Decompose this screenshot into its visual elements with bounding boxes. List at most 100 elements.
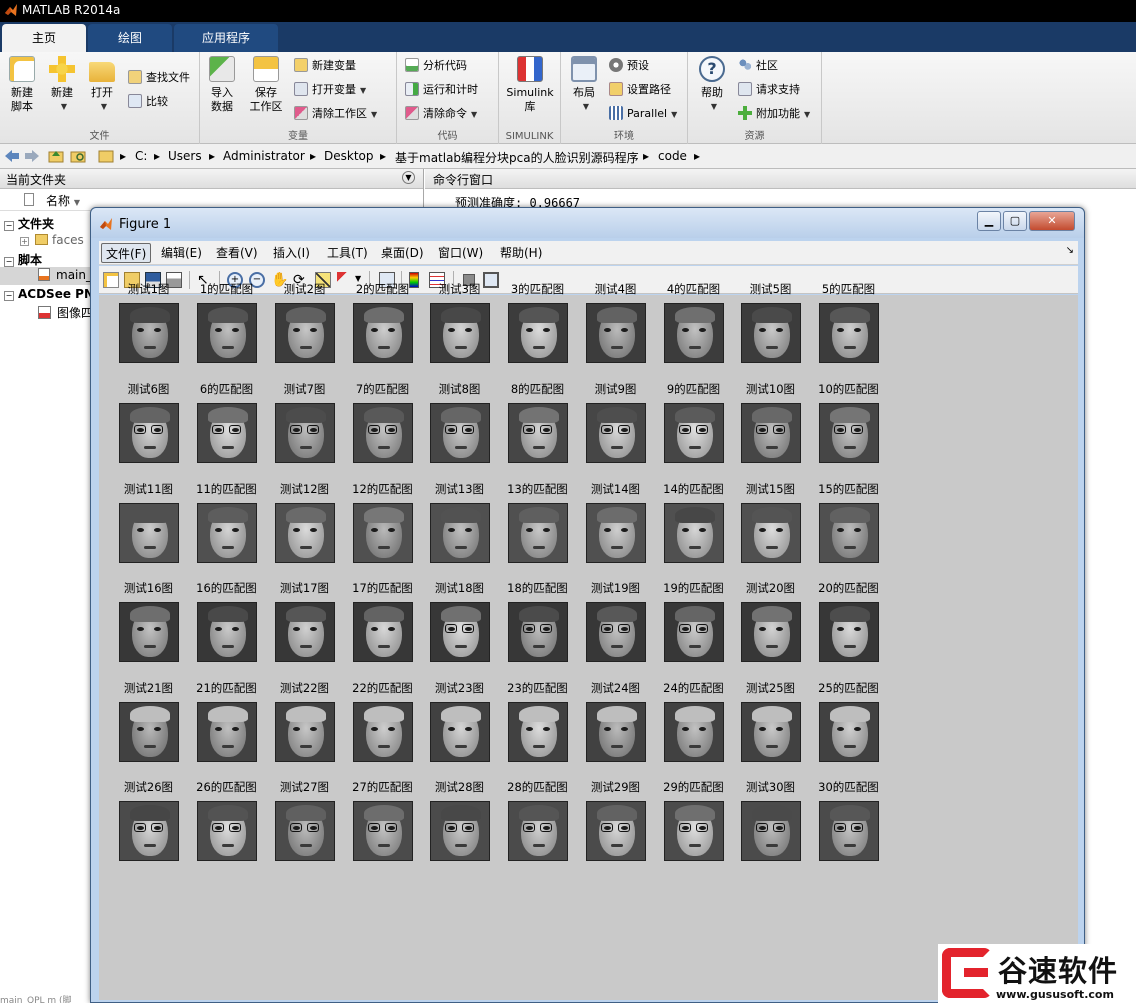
open-button[interactable]: 打开 ▼ bbox=[84, 56, 120, 114]
clear-workspace-button[interactable]: 清除工作区 ▼ bbox=[294, 104, 377, 124]
minimize-button[interactable]: ▁ bbox=[977, 211, 1001, 231]
simulink-group-label: SIMULINK bbox=[505, 131, 554, 142]
breadcrumb-code[interactable]: code bbox=[658, 149, 687, 163]
tree-group-scripts[interactable]: − 脚本 bbox=[4, 251, 42, 268]
face-mouth-shape bbox=[377, 446, 390, 449]
face-photo bbox=[196, 801, 257, 861]
analyze-code-button[interactable]: 分析代码 bbox=[405, 56, 467, 76]
expand-icon[interactable]: + bbox=[20, 237, 29, 246]
community-icon bbox=[738, 58, 752, 72]
up-folder-icon[interactable] bbox=[48, 149, 64, 163]
face-eye-shape bbox=[292, 528, 300, 532]
menu-help[interactable]: 帮助(H) bbox=[496, 243, 546, 263]
match-image-cell: 28的匹配图 bbox=[499, 779, 576, 861]
face-mouth-shape bbox=[610, 346, 623, 349]
face-mouth-shape bbox=[688, 446, 701, 449]
panel-menu-icon[interactable]: ▼ bbox=[402, 171, 415, 184]
collapse-icon[interactable]: − bbox=[4, 257, 14, 267]
menu-file[interactable]: 文件(F) bbox=[101, 243, 152, 263]
face-mouth-shape bbox=[221, 745, 234, 748]
menu-insert[interactable]: 插入(I) bbox=[269, 243, 314, 263]
clear-commands-button[interactable]: 清除命令 ▼ bbox=[405, 104, 477, 124]
import-data-button[interactable]: 导入 数据 bbox=[204, 56, 240, 114]
face-hair-shape bbox=[674, 407, 715, 423]
tab-apps[interactable]: 应用程序 bbox=[174, 24, 278, 52]
save-workspace-button[interactable]: 保存 工作区 bbox=[246, 56, 286, 114]
collapse-icon[interactable]: − bbox=[4, 291, 14, 301]
face-glasses-shape bbox=[211, 823, 224, 832]
parallel-button[interactable]: Parallel ▼ bbox=[609, 104, 677, 124]
compare-button[interactable]: 比较 bbox=[128, 92, 168, 112]
face-eye-shape bbox=[153, 727, 161, 731]
menu-edit[interactable]: 编辑(E) bbox=[157, 243, 206, 263]
new-variable-button[interactable]: 新建变量 bbox=[294, 56, 356, 76]
menu-window[interactable]: 窗口(W) bbox=[434, 243, 487, 263]
face-photo bbox=[196, 702, 257, 762]
breadcrumb-project-folder[interactable]: 基于matlab编程分块pca的人脸识别源码程序 bbox=[395, 149, 639, 166]
tree-item-faces[interactable]: + faces bbox=[20, 233, 84, 247]
dock-arrow-icon[interactable]: ↘ bbox=[1066, 245, 1074, 256]
run-and-time-button[interactable]: 运行和计时 bbox=[405, 80, 478, 100]
preferences-button[interactable]: 预设 bbox=[609, 56, 649, 76]
community-button[interactable]: 社区 bbox=[738, 56, 778, 76]
current-folder-title: 当前文件夹 bbox=[6, 173, 67, 187]
menu-tools[interactable]: 工具(T) bbox=[323, 243, 372, 263]
collapse-icon[interactable]: − bbox=[4, 221, 14, 231]
save-workspace-label: 保存 工作区 bbox=[249, 86, 283, 113]
face-mouth-shape bbox=[143, 446, 156, 449]
set-path-button[interactable]: 设置路径 bbox=[609, 80, 671, 100]
face-mouth-shape bbox=[299, 346, 312, 349]
figure-title: Figure 1 bbox=[119, 217, 172, 232]
match-image-cell: 16的匹配图 bbox=[188, 580, 265, 662]
face-mouth-shape bbox=[532, 645, 545, 648]
open-variable-button[interactable]: 打开变量 ▼ bbox=[294, 80, 366, 100]
import-data-icon bbox=[209, 56, 235, 82]
image-caption: 11的匹配图 bbox=[196, 482, 257, 496]
addons-button[interactable]: 附加功能 ▼ bbox=[738, 104, 810, 124]
maximize-button[interactable]: ▢ bbox=[1003, 211, 1027, 231]
breadcrumb-separator: ▸ bbox=[120, 149, 127, 163]
ribbon-tab-strip: 主页 绘图 应用程序 bbox=[0, 22, 1136, 52]
test-image-cell: 测试9图 bbox=[577, 381, 654, 463]
forward-arrow-icon[interactable] bbox=[24, 149, 40, 163]
new-button[interactable]: 新建 ▼ bbox=[44, 56, 80, 114]
tree-item-main-script[interactable]: main_ bbox=[0, 267, 92, 285]
tree-group-folders[interactable]: − 文件夹 bbox=[4, 215, 54, 232]
simulink-library-button[interactable]: Simulink 库 bbox=[505, 56, 555, 114]
face-eye-shape bbox=[464, 727, 472, 731]
face-mouth-shape bbox=[610, 745, 623, 748]
breadcrumb-desktop[interactable]: Desktop bbox=[324, 149, 374, 163]
face-hair-shape bbox=[596, 606, 637, 622]
face-glasses-shape bbox=[539, 425, 552, 434]
tree-item-image[interactable]: 图像四 bbox=[38, 304, 93, 321]
back-arrow-icon[interactable] bbox=[4, 149, 20, 163]
breadcrumb-administrator[interactable]: Administrator bbox=[223, 149, 305, 163]
help-button[interactable]: ? 帮助 ▼ bbox=[694, 56, 730, 114]
tab-plots[interactable]: 绘图 bbox=[88, 24, 172, 52]
breadcrumb-users[interactable]: Users bbox=[168, 149, 202, 163]
face-hair-shape bbox=[751, 507, 792, 523]
breadcrumb-c[interactable]: C: bbox=[135, 149, 147, 163]
face-hair-shape bbox=[207, 706, 248, 722]
face-hair-shape bbox=[129, 307, 170, 323]
ribbon-group-environment: 布局 ▼ 预设 设置路径 Parallel ▼ 环境 bbox=[561, 52, 688, 144]
request-support-button[interactable]: 请求支持 bbox=[738, 80, 800, 100]
face-glasses-shape bbox=[850, 823, 863, 832]
image-caption: 3的匹配图 bbox=[510, 282, 565, 296]
face-mouth-shape bbox=[610, 844, 623, 847]
find-files-button[interactable]: 查找文件 bbox=[128, 68, 190, 88]
help-question-icon: ? bbox=[699, 56, 725, 82]
menu-desktop[interactable]: 桌面(D) bbox=[377, 243, 428, 263]
face-eye-shape bbox=[775, 727, 783, 731]
browse-folder-icon[interactable] bbox=[70, 149, 86, 163]
match-image-cell: 7的匹配图 bbox=[344, 381, 421, 463]
face-eye-shape bbox=[758, 627, 766, 631]
new-script-button[interactable]: 新建 脚本 bbox=[4, 56, 40, 114]
tree-group-acdsee[interactable]: − ACDSee PN bbox=[4, 287, 94, 301]
figure-title-bar[interactable]: Figure 1 ▁ ▢ ✕ bbox=[91, 208, 1084, 238]
preferences-label: 预设 bbox=[627, 59, 649, 72]
close-button[interactable]: ✕ bbox=[1029, 211, 1075, 231]
menu-view[interactable]: 查看(V) bbox=[212, 243, 262, 263]
tab-home[interactable]: 主页 bbox=[2, 24, 86, 52]
layout-button[interactable]: 布局 ▼ bbox=[565, 56, 603, 114]
